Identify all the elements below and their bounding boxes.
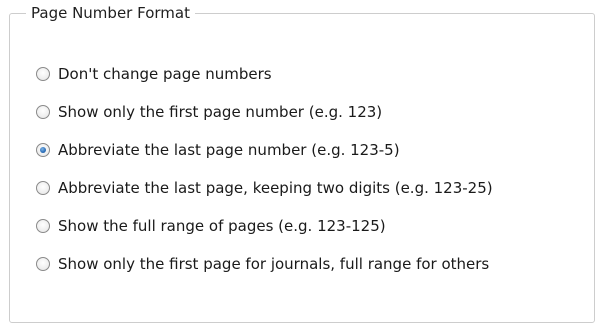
radio-button-icon[interactable] bbox=[36, 67, 50, 81]
radio-option-label: Show only the first page number (e.g. 12… bbox=[58, 103, 383, 121]
page-number-format-group: Page Number Format Don't change page num… bbox=[9, 2, 595, 323]
radio-option-full-range[interactable]: Show the full range of pages (e.g. 123-1… bbox=[36, 214, 386, 238]
radio-button-icon[interactable] bbox=[36, 257, 50, 271]
radio-option-abbreviate-two-digits[interactable]: Abbreviate the last page, keeping two di… bbox=[36, 176, 493, 200]
radio-option-dont-change[interactable]: Don't change page numbers bbox=[36, 62, 272, 86]
radio-option-label: Show only the first page for journals, f… bbox=[58, 255, 490, 273]
radio-option-label: Abbreviate the last page, keeping two di… bbox=[58, 179, 493, 197]
radio-option-abbreviate-last[interactable]: Abbreviate the last page number (e.g. 12… bbox=[36, 138, 400, 162]
radio-button-icon[interactable] bbox=[36, 181, 50, 195]
group-title: Page Number Format bbox=[26, 2, 195, 24]
radio-option-journals-first-page[interactable]: Show only the first page for journals, f… bbox=[36, 252, 489, 276]
radio-button-icon[interactable] bbox=[36, 105, 50, 119]
radio-option-label: Don't change page numbers bbox=[58, 65, 272, 83]
radio-option-label: Abbreviate the last page number (e.g. 12… bbox=[58, 141, 400, 159]
radio-option-label: Show the full range of pages (e.g. 123-1… bbox=[58, 217, 386, 235]
radio-button-icon[interactable] bbox=[36, 143, 50, 157]
radio-button-icon[interactable] bbox=[36, 219, 50, 233]
radio-option-first-page-only[interactable]: Show only the first page number (e.g. 12… bbox=[36, 100, 382, 124]
